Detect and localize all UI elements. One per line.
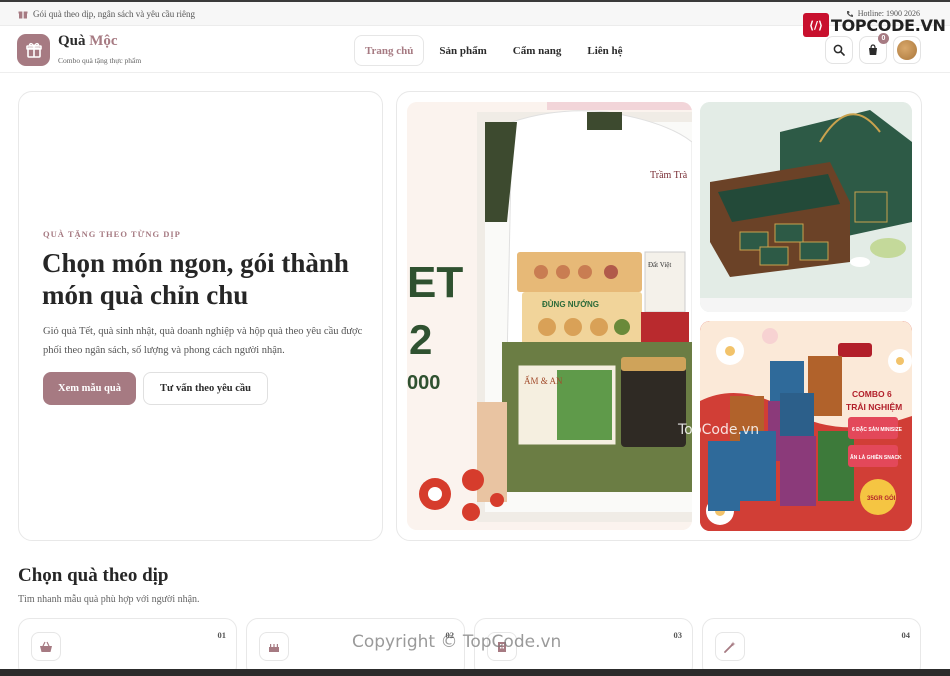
gift-icon — [25, 42, 42, 58]
tag-am-an: ẤM & AN — [524, 376, 563, 386]
nav-item-guide[interactable]: Cẩm nang — [502, 35, 573, 66]
main-nav: Trang chủ Sản phẩm Cẩm nang Liên hệ — [354, 35, 634, 66]
basket-icon — [40, 641, 52, 652]
cart-button[interactable]: 0 — [859, 33, 889, 64]
nav-item-contact[interactable]: Liên hệ — [576, 35, 633, 66]
brand-logo[interactable] — [17, 34, 50, 66]
brand-tagline: Combo quà tặng thực phẩm — [58, 56, 142, 65]
combo-label: COMBO 6 — [852, 389, 892, 399]
magic-wand-icon — [724, 641, 736, 653]
gift-basket-photo: ET 2 000 Trầm Trà ĐỦNG NƯỚNG Đất Việt ẤM… — [407, 102, 692, 530]
gallery-image-green-box[interactable] — [700, 102, 912, 312]
cart-icon — [869, 44, 877, 55]
brand-name-main: Quà — [58, 33, 86, 49]
taskbar-edge — [0, 669, 950, 676]
hero-description: Giỏ quà Tết, quà sinh nhật, quà doanh ng… — [43, 326, 363, 356]
gallery-main-image[interactable]: ET 2 000 Trầm Trà ĐỦNG NƯỚNG Đất Việt ẤM… — [407, 102, 692, 530]
copyright-watermark: Copyright © TopCode.vn — [352, 632, 562, 652]
hero-card: QUÀ TẶNG THEO TỪNG DỊP Chọn món ngon, gó… — [18, 91, 383, 541]
gift-icon — [18, 11, 28, 18]
occasion-number: 01 — [217, 630, 227, 640]
tag-tram-tra: Trầm Trà — [650, 170, 688, 181]
snack-label: ĂN LÀ GHIỀN SNACK — [850, 454, 902, 461]
site-header: Quà Mộc Combo quà tặng thực phẩm Trang c… — [0, 27, 950, 73]
brand-name[interactable]: Quà Mộc — [58, 33, 118, 50]
overlay-text-3: 000 — [407, 372, 440, 394]
view-gifts-button[interactable]: Xem mẫu quà — [43, 372, 136, 405]
occasion-card-4[interactable]: 04 — [702, 618, 921, 676]
nav-item-home[interactable]: Trang chủ — [354, 35, 425, 66]
promo-text: Gói quà theo dịp, ngân sách và yêu cầu r… — [33, 8, 195, 19]
grams-label: 35GR GÓI — [867, 494, 896, 502]
specialties-label: 6 ĐẶC SẢN MINISIZE — [852, 426, 903, 433]
occasion-icon-wrap — [715, 632, 745, 661]
overlay-text-2: 2 — [409, 316, 432, 363]
search-icon — [833, 44, 845, 56]
occasions-subtitle: Tìm nhanh mẫu quà phù hợp với người nhận… — [18, 594, 200, 605]
green-gift-box-photo — [700, 102, 912, 312]
occasion-number: 04 — [901, 630, 911, 640]
account-button[interactable] — [893, 36, 921, 64]
tag-dat-viet: Đất Việt — [648, 261, 671, 269]
hero-eyebrow: QUÀ TẶNG THEO TỪNG DỊP — [43, 229, 181, 239]
occasion-icon-wrap — [259, 632, 289, 661]
nav-item-products[interactable]: Sản phẩm — [428, 35, 497, 66]
custom-consult-button[interactable]: Tư vấn theo yêu cầu — [143, 372, 268, 405]
overlay-text-1: ET — [407, 258, 463, 307]
hero-title: Chọn món ngon, gói thành món quà chỉn ch… — [42, 248, 349, 310]
avatar — [897, 40, 917, 60]
tag-dung-nuong: ĐỦNG NƯỚNG — [542, 300, 599, 309]
brand-name-accent: Mộc — [89, 33, 118, 49]
occasions-title: Chọn quà theo dịp — [18, 565, 169, 586]
experience-label: TRẢI NGHIỆM — [846, 401, 902, 412]
cart-count-badge: 0 — [878, 33, 889, 44]
search-button[interactable] — [825, 36, 853, 64]
occasion-icon-wrap — [31, 632, 61, 661]
hero-gallery: ET 2 000 Trầm Trà ĐỦNG NƯỚNG Đất Việt ẤM… — [396, 91, 922, 541]
topcode-center-watermark: TopCode.vn — [678, 422, 760, 438]
occasion-card-1[interactable]: 01 — [18, 618, 237, 676]
occasion-number: 03 — [673, 630, 683, 640]
cake-icon — [269, 643, 279, 652]
